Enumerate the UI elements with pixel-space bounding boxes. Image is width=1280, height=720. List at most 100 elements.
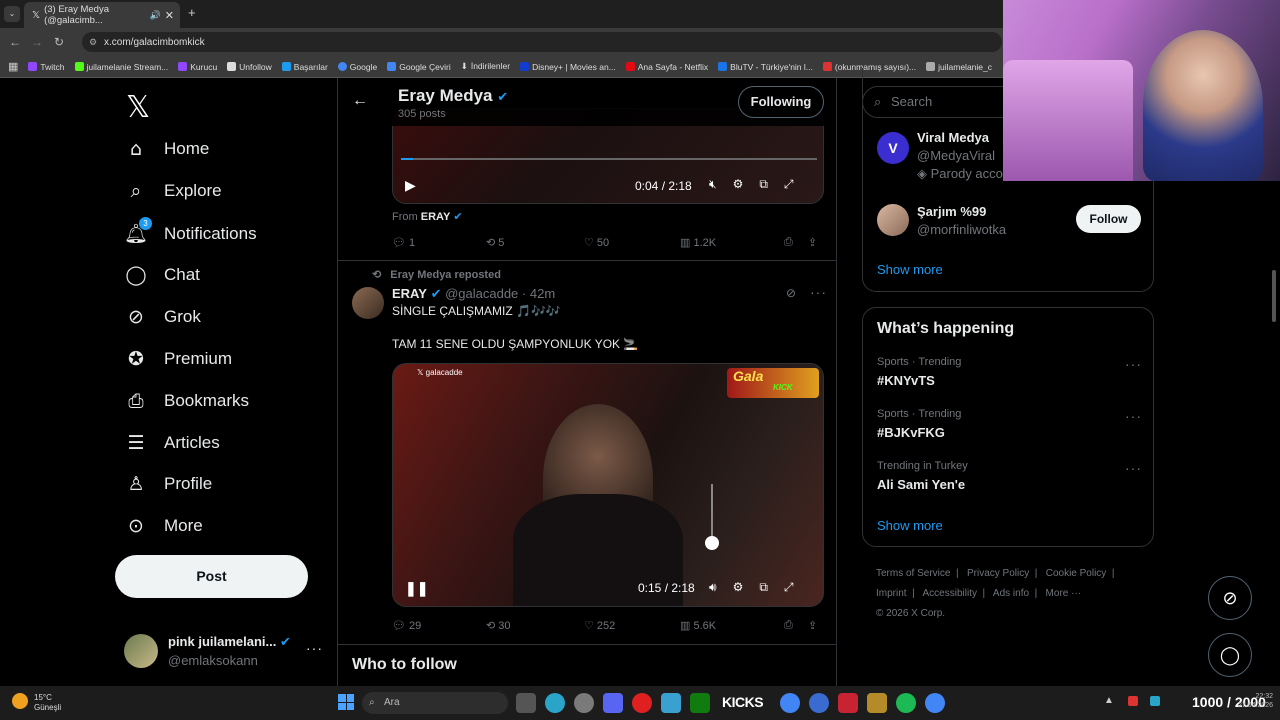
task-view-icon[interactable] (516, 693, 536, 713)
page-scrollbar[interactable] (1272, 270, 1276, 322)
app-icon[interactable] (867, 693, 887, 713)
views-count[interactable]: ▥ 5.6K (680, 619, 784, 632)
tray-icon[interactable] (1128, 696, 1138, 706)
from-name[interactable]: ERAY (421, 211, 451, 223)
trend-item[interactable]: Trending in Turkey Ali Sami Yen'e ··· (863, 460, 1153, 504)
settings-icon[interactable]: ⚙ (733, 580, 744, 595)
weather-widget[interactable]: 15°C Güneşli (34, 693, 61, 713)
footer-link[interactable]: Terms of Service (876, 568, 950, 579)
sidebar-item-premium[interactable]: ✪ Premium (124, 348, 232, 370)
footer-link[interactable]: Accessibility (923, 588, 977, 599)
chrome-icon[interactable] (780, 693, 800, 713)
video-progress-track[interactable] (401, 158, 817, 160)
show-more-link[interactable]: Show more (877, 262, 943, 277)
video-player[interactable]: 𝕏 galacadde Gala KICK ❚❚ 0:15 / 2:18 🔊︎ … (392, 363, 824, 607)
show-more-link[interactable]: Show more (877, 518, 943, 533)
tray-chevron-icon[interactable]: ▲ (1104, 695, 1114, 706)
bookmark-item[interactable]: Google Çeviri (387, 61, 451, 72)
sidebar-item-bookmarks[interactable]: ⎙ Bookmarks (124, 390, 249, 412)
avatar[interactable] (352, 287, 384, 319)
volume-slider[interactable] (711, 484, 713, 544)
trend-more-icon[interactable]: ··· (1125, 408, 1142, 424)
trend-more-icon[interactable]: ··· (1125, 460, 1142, 476)
windows-start-icon[interactable] (338, 694, 354, 710)
mute-icon[interactable]: 🔇︎ (709, 177, 717, 192)
weather-icon[interactable] (12, 693, 28, 709)
trend-item[interactable]: Sports · Trending #BJKvFKG ··· (863, 408, 1153, 452)
repost-button[interactable]: ⟲ 5 (486, 236, 584, 249)
following-button[interactable]: Following (738, 86, 824, 118)
back-icon[interactable]: ← (4, 35, 26, 49)
footer-link[interactable]: Ads info (993, 588, 1029, 599)
browser-tab[interactable]: 𝕏 (3) Eray Medya (@galacimb... 🔊 ✕ (24, 2, 180, 28)
bookmark-icon[interactable]: ⎙ (784, 236, 808, 249)
sidebar-item-explore[interactable]: ⌕ Explore (124, 180, 222, 202)
taskbar-search[interactable]: ⌕ Ara (362, 692, 508, 714)
x-logo-icon[interactable]: 𝕏 (126, 90, 150, 125)
author-handle[interactable]: @galacadde (445, 286, 518, 301)
bookmark-item[interactable]: Twitch (28, 61, 65, 72)
like-button[interactable]: ♡ 252 (584, 619, 680, 632)
volume-slider-thumb[interactable] (705, 536, 719, 550)
tray-icon[interactable] (1150, 696, 1160, 706)
views-count[interactable]: ▥ 1.2K (680, 236, 784, 249)
app-icon[interactable] (838, 693, 858, 713)
forward-icon[interactable]: → (26, 35, 48, 49)
grok-icon[interactable]: ⊘ (786, 286, 796, 300)
new-tab-icon[interactable]: + (188, 5, 196, 20)
fullscreen-icon[interactable]: ⤢ (784, 580, 794, 595)
footer-link[interactable]: Cookie Policy (1046, 568, 1107, 579)
app-icon[interactable] (574, 693, 594, 713)
suggestion-name[interactable]: Şarjım %99 (917, 204, 986, 219)
pip-icon[interactable]: ⧉ (759, 177, 768, 192)
messages-fab[interactable]: ◯ (1208, 633, 1252, 677)
tweet-more-icon[interactable]: ··· (810, 284, 827, 300)
sidebar-item-chat[interactable]: ◯ Chat (124, 264, 200, 286)
bookmark-item[interactable]: juilamelanie Stream... (74, 61, 168, 72)
trend-more-icon[interactable]: ··· (1125, 356, 1142, 372)
like-button[interactable]: ♡ 50 (584, 236, 680, 249)
system-clock[interactable]: 22:32 27.04.2026 (1238, 692, 1273, 710)
volume-icon[interactable]: 🔊︎ (709, 580, 717, 595)
bookmark-item[interactable]: Disney+ | Movies an... (520, 61, 616, 72)
xbox-icon[interactable] (690, 693, 710, 713)
bookmark-item[interactable]: Ana Sayfa - Netflix (625, 61, 708, 72)
app-icon[interactable] (809, 693, 829, 713)
post-button[interactable]: Post (115, 555, 308, 598)
apps-grid-icon[interactable]: ▦ (8, 60, 18, 73)
reply-button[interactable]: 💬︎ 29 (392, 619, 486, 632)
share-icon[interactable]: ⇪ (808, 619, 817, 632)
pause-icon[interactable]: ❚❚ (405, 580, 428, 597)
url-field[interactable]: ⚙ x.com/galacimbomkick (82, 32, 1002, 52)
bookmark-item[interactable]: Google (337, 61, 377, 72)
opera-icon[interactable] (632, 693, 652, 713)
avatar[interactable] (877, 204, 909, 236)
tweet-time[interactable]: · 42m (522, 286, 555, 301)
chrome-icon[interactable] (925, 693, 945, 713)
account-more-icon[interactable]: ··· (306, 640, 323, 656)
sidebar-item-grok[interactable]: ⊘ Grok (124, 306, 201, 328)
settings-icon[interactable]: ⚙ (733, 177, 744, 192)
footer-link[interactable]: Privacy Policy (967, 568, 1029, 579)
reply-button[interactable]: 💬︎ 1 (392, 236, 486, 249)
sidebar-item-more[interactable]: ⊙ More (124, 515, 203, 537)
pip-icon[interactable]: ⧉ (759, 580, 768, 595)
footer-link[interactable]: More ··· (1046, 588, 1082, 599)
suggestion-name[interactable]: Viral Medya (917, 130, 989, 145)
discord-icon[interactable] (603, 693, 623, 713)
fullscreen-icon[interactable]: ⤢ (784, 177, 794, 192)
edge-icon[interactable] (545, 693, 565, 713)
bookmark-item[interactable]: Unfollow (227, 61, 272, 72)
reload-icon[interactable]: ↻ (48, 35, 70, 49)
bookmark-item[interactable]: Kurucu (178, 61, 217, 72)
play-icon[interactable]: ▶ (405, 177, 416, 194)
trend-item[interactable]: Sports · Trending #KNYvTS ··· (863, 356, 1153, 400)
share-icon[interactable]: ⇪ (808, 236, 817, 249)
follow-button[interactable]: Follow (1076, 205, 1141, 233)
sidebar-item-articles[interactable]: ☰ Articles (124, 432, 219, 454)
site-info-icon[interactable]: ⚙ (89, 37, 97, 48)
close-tab-icon[interactable]: ✕ (165, 9, 174, 22)
back-arrow-icon[interactable]: ← (352, 92, 368, 110)
avatar[interactable]: V (877, 132, 909, 164)
tab-list-icon[interactable]: ⌄ (4, 6, 20, 22)
